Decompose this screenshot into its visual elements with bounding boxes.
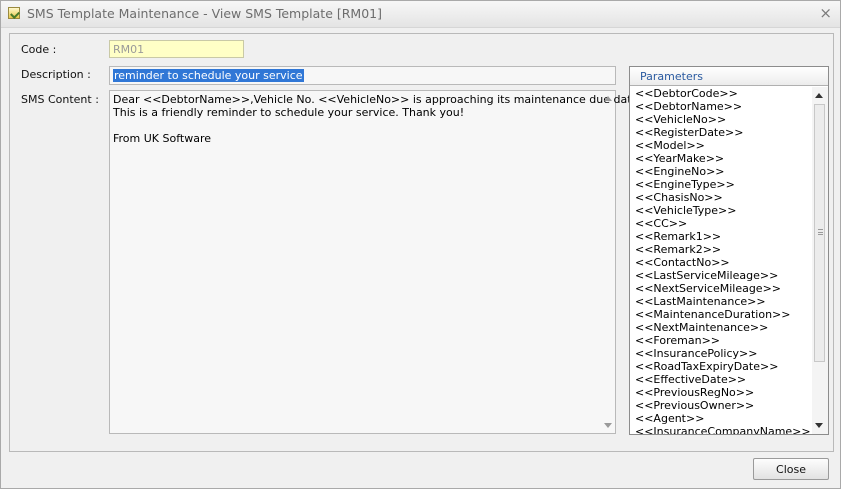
- parameter-item[interactable]: <<RegisterDate>>: [630, 126, 812, 139]
- parameter-item[interactable]: <<ChasisNo>>: [630, 191, 812, 204]
- parameter-item[interactable]: <<YearMake>>: [630, 152, 812, 165]
- code-field[interactable]: RM01: [109, 40, 244, 58]
- parameter-item[interactable]: <<EngineType>>: [630, 178, 812, 191]
- window-title: SMS Template Maintenance - View SMS Temp…: [27, 6, 382, 21]
- sms-content-textarea[interactable]: Dear <<DebtorName>>,Vehicle No. <<Vehicl…: [109, 90, 642, 434]
- parameter-item[interactable]: <<EngineNo>>: [630, 165, 812, 178]
- parameter-item[interactable]: <<CC>>: [630, 217, 812, 230]
- sms-content-text: Dear <<DebtorName>>,Vehicle No. <<Vehicl…: [113, 93, 642, 145]
- close-button[interactable]: Close: [753, 458, 829, 480]
- parameters-title: Parameters: [630, 67, 828, 86]
- parameter-item[interactable]: <<NextMaintenance>>: [630, 321, 812, 334]
- sms-content-label: SMS Content :: [21, 93, 99, 106]
- parameter-item[interactable]: <<VehicleType>>: [630, 204, 812, 217]
- grip-icon: [818, 229, 823, 235]
- parameter-item[interactable]: <<LastServiceMileage>>: [630, 269, 812, 282]
- parameter-item[interactable]: <<Remark1>>: [630, 230, 812, 243]
- parameter-item[interactable]: <<PreviousRegNo>>: [630, 386, 812, 399]
- parameter-item[interactable]: <<Agent>>: [630, 412, 812, 425]
- parameters-panel: Parameters <<DebtorCode>> <<DebtorName>>…: [629, 66, 829, 435]
- sms-scrollbar[interactable]: [601, 91, 615, 433]
- parameters-scrollbar[interactable]: [812, 87, 828, 434]
- parameter-item[interactable]: <<PreviousOwner>>: [630, 399, 812, 412]
- chevron-up-icon[interactable]: [815, 93, 823, 98]
- description-selected-text: reminder to schedule your service: [113, 69, 304, 82]
- parameter-item[interactable]: <<DebtorCode>>: [630, 87, 812, 100]
- parameters-list[interactable]: <<DebtorCode>> <<DebtorName>> <<VehicleN…: [630, 87, 812, 434]
- parameter-item[interactable]: <<NextServiceMileage>>: [630, 282, 812, 295]
- parameter-item[interactable]: <<VehicleNo>>: [630, 113, 812, 126]
- parameter-item[interactable]: <<LastMaintenance>>: [630, 295, 812, 308]
- parameter-item[interactable]: <<Model>>: [630, 139, 812, 152]
- scrollbar-thumb[interactable]: [814, 104, 825, 362]
- parameter-item[interactable]: <<RoadTaxExpiryDate>>: [630, 360, 812, 373]
- chevron-up-icon[interactable]: [604, 96, 612, 101]
- parameter-item[interactable]: <<ContactNo>>: [630, 256, 812, 269]
- code-label: Code :: [21, 43, 57, 56]
- parameter-item[interactable]: <<EffectiveDate>>: [630, 373, 812, 386]
- chevron-down-icon[interactable]: [604, 423, 612, 428]
- parameter-item[interactable]: <<Remark2>>: [630, 243, 812, 256]
- chevron-down-icon[interactable]: [815, 423, 823, 428]
- description-label: Description :: [21, 68, 91, 81]
- description-field[interactable]: reminder to schedule your service: [109, 66, 616, 85]
- close-icon[interactable]: ×: [819, 4, 832, 22]
- parameter-item[interactable]: <<InsurancePolicy>>: [630, 347, 812, 360]
- parameter-item[interactable]: <<DebtorName>>: [630, 100, 812, 113]
- template-icon: [8, 7, 20, 19]
- parameter-item[interactable]: <<Foreman>>: [630, 334, 812, 347]
- title-bar[interactable]: SMS Template Maintenance - View SMS Temp…: [1, 1, 840, 28]
- parameter-item[interactable]: <<MaintenanceDuration>>: [630, 308, 812, 321]
- parameter-item[interactable]: <<InsuranceCompanyName>>: [630, 425, 812, 434]
